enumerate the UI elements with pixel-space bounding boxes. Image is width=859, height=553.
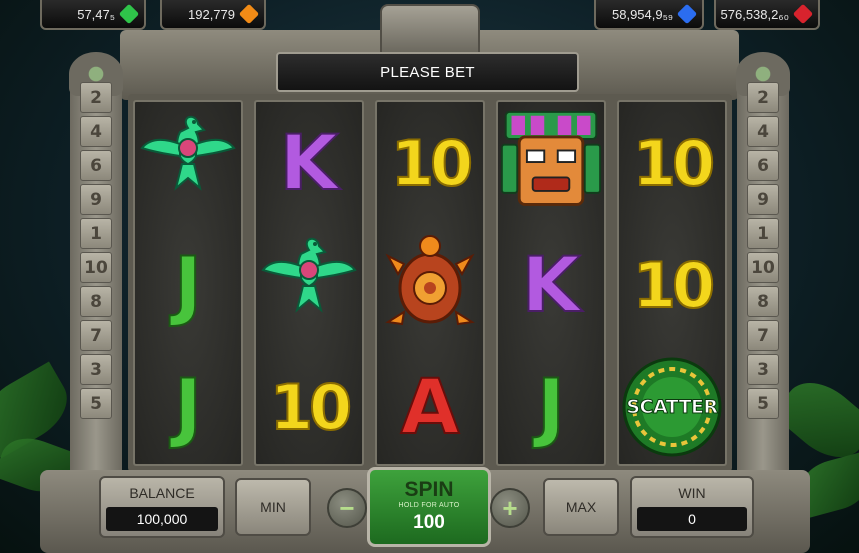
payline-number: 5	[80, 388, 112, 419]
win-label: WIN	[678, 485, 706, 501]
payline-number: 7	[747, 320, 779, 351]
symbol-k: K	[498, 224, 604, 346]
payline-number: 4	[80, 116, 112, 147]
payline-number: 1	[80, 218, 112, 249]
payline-number: 10	[80, 252, 112, 283]
symbol-letter: K	[521, 240, 582, 329]
payline-number: 9	[80, 184, 112, 215]
bird-icon	[256, 224, 362, 346]
reel-1: JJ	[133, 100, 243, 466]
symbol-ten: 10	[390, 126, 474, 201]
win-value: 0	[637, 507, 747, 531]
plus-icon: +	[502, 492, 518, 523]
increase-bet-button[interactable]: +	[490, 488, 530, 528]
payline-number: 8	[80, 286, 112, 317]
symbol-letter: A	[400, 362, 461, 451]
symbol-ten: 10	[269, 370, 353, 445]
payline-number: 5	[747, 388, 779, 419]
hold-for-auto-label: HOLD FOR AUTO	[398, 502, 460, 509]
win-panel: WIN 0	[630, 476, 754, 538]
symbol-10: 10	[377, 102, 483, 224]
reel-2: K 10	[254, 100, 364, 466]
payline-number: 10	[747, 252, 779, 283]
symbol-j: J	[135, 346, 241, 468]
symbol-ten: 10	[632, 126, 716, 201]
payline-numbers-left: 2 4 6 9 1 10 8 7 3 5	[80, 82, 112, 474]
jackpot-orange: 192,779	[160, 0, 266, 30]
jackpot-red: 576,538,2₆₀	[714, 0, 820, 30]
payline-number: 9	[747, 184, 779, 215]
symbol-10: 10	[256, 346, 362, 468]
payline-number: 8	[747, 286, 779, 317]
max-bet-button[interactable]: MAX	[543, 478, 619, 536]
spin-button[interactable]: SPIN HOLD FOR AUTO 100	[367, 467, 491, 547]
scatter-label: SCATTER	[626, 396, 719, 419]
jackpot-blue: 58,954,9₅₉	[594, 0, 704, 30]
symbol-letter: K	[279, 118, 340, 207]
symbol-k: K	[256, 102, 362, 224]
turtle-icon	[377, 224, 483, 346]
message-display: PLEASE BET	[276, 52, 579, 92]
red-gem-icon	[792, 3, 814, 25]
payline-number: 4	[747, 116, 779, 147]
symbol-ten: 10	[632, 248, 716, 323]
bet-value: 100	[413, 512, 445, 533]
payline-number: 7	[80, 320, 112, 351]
payline-number: 3	[80, 354, 112, 385]
balance-label: BALANCE	[129, 485, 195, 501]
payline-number: 1	[747, 218, 779, 249]
min-bet-button[interactable]: MIN	[235, 478, 311, 536]
payline-number: 6	[80, 150, 112, 181]
green-gem-icon	[118, 3, 140, 25]
mask-icon	[498, 102, 604, 224]
reel-3: 10 A	[375, 100, 485, 466]
minus-icon: −	[339, 492, 355, 523]
balance-value: 100,000	[106, 507, 218, 531]
blue-gem-icon	[676, 3, 698, 25]
symbol-10: 10	[619, 224, 725, 346]
symbol-j: J	[135, 224, 241, 346]
symbol-letter: J	[173, 240, 203, 329]
reel-5: 10 10 SCATTER	[617, 100, 727, 466]
decrease-bet-button[interactable]: −	[327, 488, 367, 528]
jackpot-green: 57,47₅	[40, 0, 146, 30]
payline-numbers-right: 2 4 6 9 1 10 8 7 3 5	[747, 82, 779, 474]
payline-number: 3	[747, 354, 779, 385]
reel-4: KJ	[496, 100, 606, 466]
symbol-j: J	[498, 346, 604, 468]
payline-number: 2	[80, 82, 112, 113]
spin-label: SPIN	[404, 478, 454, 501]
payline-number: 2	[747, 82, 779, 113]
bird-icon	[135, 102, 241, 224]
symbol-letter: J	[173, 362, 203, 451]
symbol-a: A	[377, 346, 483, 468]
payline-number: 6	[747, 150, 779, 181]
symbol-10: 10	[619, 102, 725, 224]
orange-gem-icon	[238, 3, 260, 25]
scatter-icon: SCATTER	[619, 346, 725, 468]
balance-panel: BALANCE 100,000	[99, 476, 225, 538]
stone-mask-ornament	[380, 4, 480, 54]
symbol-letter: J	[536, 362, 566, 451]
